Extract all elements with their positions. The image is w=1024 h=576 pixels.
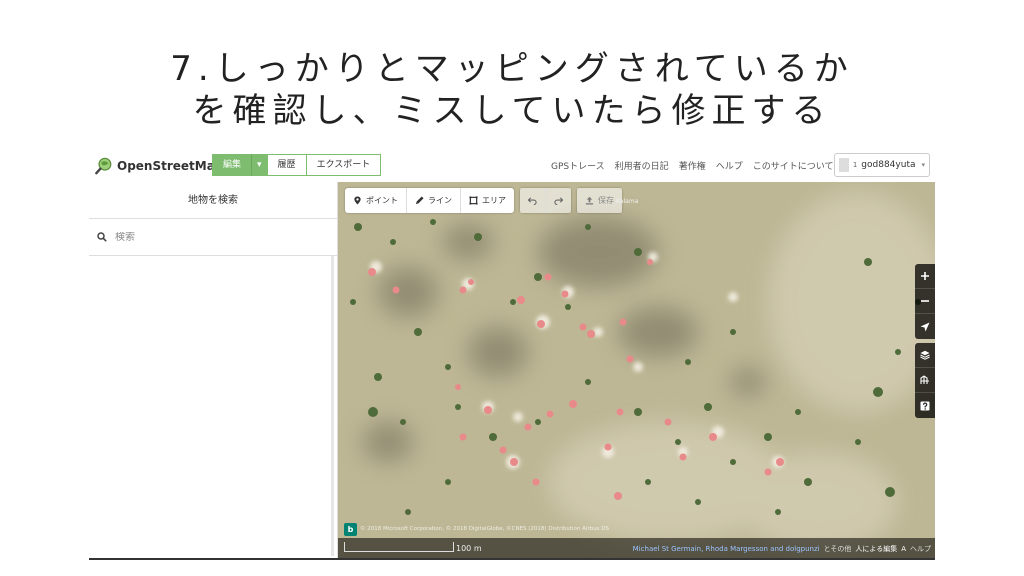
zoom-out-button[interactable] bbox=[915, 289, 935, 314]
user-message-count: 1 bbox=[852, 161, 858, 169]
zoom-controls bbox=[915, 264, 935, 339]
undo-redo-group bbox=[520, 188, 571, 213]
add-area-label: エリア bbox=[482, 196, 506, 205]
add-point-label: ポイント bbox=[366, 196, 398, 205]
add-line-button[interactable]: ライン bbox=[407, 188, 461, 213]
zoom-in-button[interactable] bbox=[915, 264, 935, 289]
help-icon bbox=[920, 401, 930, 410]
chevron-down-icon: ▾ bbox=[921, 161, 925, 169]
top-header: OpenStreetMap 編集 ▾ 履歴 エクスポート GPSトレース 利用者… bbox=[89, 150, 935, 182]
add-area-button[interactable]: エリア bbox=[461, 188, 514, 213]
layers-icon bbox=[920, 350, 930, 360]
map-data-icon bbox=[920, 375, 929, 384]
edit-button-group: 編集 ▾ 履歴 エクスポート bbox=[212, 154, 382, 176]
nav-about[interactable]: このサイトについて bbox=[753, 159, 834, 172]
secondary-nav: GPSトレース 利用者の日記 著作権 ヘルプ このサイトについて bbox=[551, 159, 833, 172]
layers-button[interactable] bbox=[915, 343, 935, 368]
nav-gps-traces[interactable]: GPSトレース bbox=[551, 159, 605, 172]
redo-icon bbox=[554, 197, 563, 205]
satellite-imagery bbox=[338, 182, 935, 558]
user-menu[interactable]: 1 god884yuta ▾ bbox=[834, 153, 930, 177]
undo-icon bbox=[528, 197, 537, 205]
imagery-credit: © 2018 Microsoft Corporation, © 2018 Dig… bbox=[360, 526, 610, 532]
slide-title: 7.しっかりとマッピングされているか を確認し、ミスしていたら修正する bbox=[0, 48, 1024, 132]
sidebar-scrollbar[interactable] bbox=[331, 256, 334, 556]
export-button[interactable]: エクスポート bbox=[305, 154, 382, 176]
help-link[interactable]: ヘルプ bbox=[910, 544, 931, 554]
contributors-link[interactable]: Michael St Germain, Rhoda Margesson and … bbox=[633, 545, 820, 553]
bing-logo: b bbox=[344, 523, 357, 536]
slide-title-line2: を確認し、ミスしていたら修正する bbox=[192, 91, 832, 131]
redo-button[interactable] bbox=[546, 188, 571, 213]
search-row bbox=[89, 219, 337, 256]
area-square-icon bbox=[469, 196, 478, 205]
history-button[interactable]: 履歴 bbox=[266, 154, 307, 176]
sidebar-title: 地物を検索 bbox=[89, 182, 337, 219]
map-location-label: Kalama bbox=[616, 198, 639, 205]
search-icon bbox=[97, 232, 107, 242]
help-button[interactable] bbox=[915, 393, 935, 418]
nav-copyright[interactable]: 著作権 bbox=[679, 159, 706, 172]
osm-screenshot: OpenStreetMap 編集 ▾ 履歴 エクスポート GPSトレース 利用者… bbox=[89, 150, 935, 560]
draw-mode-group: ポイント ライン エリア bbox=[345, 188, 514, 213]
undo-button[interactable] bbox=[520, 188, 546, 213]
logo-text: OpenStreetMap bbox=[117, 159, 224, 173]
geolocate-button[interactable] bbox=[915, 314, 935, 339]
map-pin-icon bbox=[354, 196, 361, 205]
scale-bar[interactable] bbox=[344, 542, 454, 552]
map-footer: 100 m Michael St Germain, Rhoda Margesso… bbox=[338, 538, 935, 558]
avatar bbox=[839, 158, 849, 172]
add-point-button[interactable]: ポイント bbox=[345, 188, 407, 213]
nav-user-diaries[interactable]: 利用者の日記 bbox=[615, 159, 669, 172]
search-input[interactable] bbox=[115, 231, 315, 243]
improve-link[interactable]: 人による編集 bbox=[855, 544, 897, 554]
save-label: 保存 bbox=[598, 196, 614, 205]
editor-toolbar: ポイント ライン エリア 保存 bbox=[345, 188, 622, 213]
edit-button[interactable]: 編集 bbox=[212, 154, 253, 176]
footer-info: Michael St Germain, Rhoda Margesson and … bbox=[633, 544, 931, 554]
language-icon[interactable]: A bbox=[901, 545, 906, 553]
sidebar: 地物を検索 bbox=[89, 182, 338, 558]
map-panes bbox=[915, 343, 935, 418]
slide-title-line1: 7.しっかりとマッピングされているか bbox=[170, 49, 854, 89]
add-line-label: ライン bbox=[428, 196, 452, 205]
location-arrow-icon bbox=[920, 322, 930, 331]
minus-icon bbox=[921, 300, 929, 302]
pencil-icon bbox=[415, 196, 424, 205]
edit-dropdown-button[interactable]: ▾ bbox=[251, 154, 268, 176]
user-name: god884yuta bbox=[861, 160, 916, 170]
map-data-button[interactable] bbox=[915, 368, 935, 393]
scale-label: 100 m bbox=[456, 544, 482, 553]
upload-icon bbox=[585, 196, 594, 205]
magnifier-globe-icon bbox=[95, 157, 112, 175]
plus-icon bbox=[921, 272, 929, 280]
map-view[interactable]: ポイント ライン エリア 保存 Kalama b © 2018 Microsof… bbox=[338, 182, 935, 558]
map-controls bbox=[915, 264, 935, 418]
logo[interactable]: OpenStreetMap bbox=[95, 156, 223, 176]
contributors-suffix: とその他 bbox=[823, 545, 852, 553]
nav-help[interactable]: ヘルプ bbox=[716, 159, 743, 172]
